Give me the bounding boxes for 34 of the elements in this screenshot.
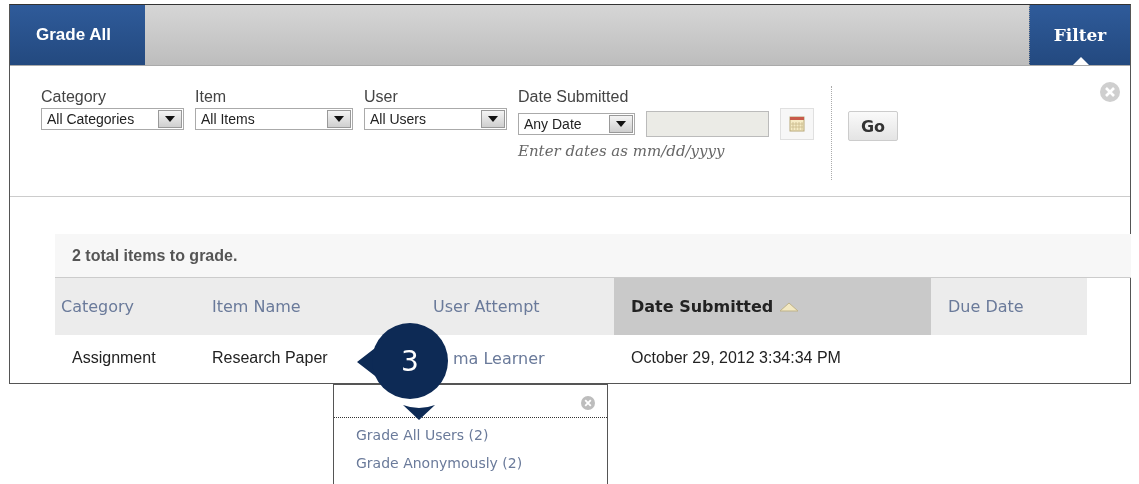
menu-item[interactable]: Grade Anonymously (2) — [356, 454, 523, 472]
table-cell: Research Paper — [212, 349, 328, 367]
filter-label: Category — [41, 88, 107, 106]
menu-item[interactable]: Grade All Users (2) — [356, 426, 489, 444]
dropdown[interactable]: All Categories — [41, 108, 184, 130]
dropdown[interactable]: Any Date — [518, 113, 635, 135]
caret-down-icon — [334, 116, 344, 122]
dropdown[interactable]: All Items — [195, 108, 353, 130]
filter-label: User — [364, 88, 399, 106]
column-header[interactable]: Due Date — [931, 278, 1087, 335]
caret-down-icon — [488, 116, 498, 122]
calendar-icon — [789, 116, 805, 132]
filter-label: Date Submitted — [518, 88, 630, 106]
dropdown[interactable]: All Users — [364, 108, 507, 130]
table-cell[interactable]: ma Learner — [453, 348, 545, 368]
column-header[interactable]: Category — [55, 278, 195, 335]
table-cell: Assignment — [72, 349, 156, 367]
caret-down-icon — [616, 121, 626, 127]
table-cell: October 29, 2012 3:34:34 PM — [631, 349, 841, 367]
calendar-button[interactable] — [780, 108, 814, 140]
close-icon[interactable] — [581, 396, 595, 410]
summary-text: 2 total items to grade. — [72, 246, 238, 265]
filter-label: Item — [195, 88, 228, 106]
close-icon[interactable] — [1100, 82, 1120, 102]
caret-down-icon — [165, 116, 175, 122]
column-header[interactable]: Date Submitted — [614, 278, 931, 335]
go-button[interactable]: Go — [848, 111, 898, 141]
pointer-icon — [403, 405, 435, 420]
sort-up-icon — [779, 301, 800, 312]
page-title: Grade All — [10, 5, 145, 65]
column-header[interactable]: Item Name — [195, 278, 415, 335]
column-header[interactable]: User Attempt — [415, 278, 614, 335]
filter-tab[interactable]: Filter — [1029, 5, 1130, 65]
date-hint: Enter dates as mm/dd/yyyy — [518, 142, 726, 160]
